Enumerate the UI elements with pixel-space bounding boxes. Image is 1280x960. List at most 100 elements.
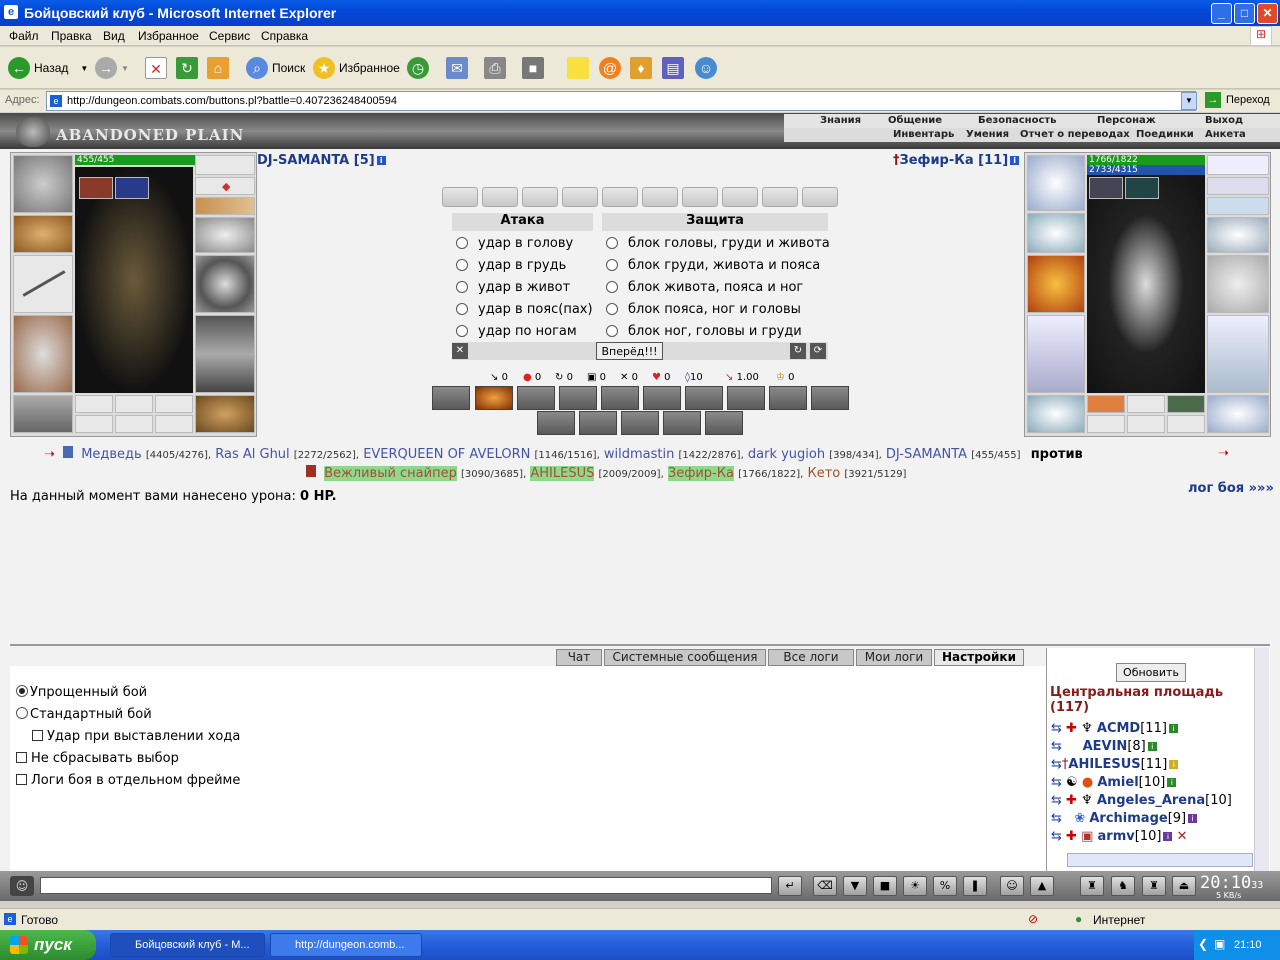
right-player-name[interactable]: †Зефир-Ка [11] i <box>893 153 1020 168</box>
menu-view[interactable]: Вид <box>103 29 125 43</box>
armor-slot[interactable] <box>13 315 73 393</box>
shield-slot[interactable] <box>195 255 255 313</box>
radio[interactable] <box>456 259 468 271</box>
radio[interactable] <box>606 281 618 293</box>
forward-nav-button[interactable]: → ▼ <box>95 55 129 81</box>
empty-slot-3[interactable] <box>155 395 193 413</box>
radio[interactable] <box>456 325 468 337</box>
filter-icon[interactable]: ▼ <box>843 876 867 896</box>
pause-icon[interactable]: ❚ <box>963 876 987 896</box>
ring-slot-2[interactable] <box>115 177 149 199</box>
scroll-slot[interactable] <box>802 187 838 207</box>
skill-icon[interactable] <box>517 386 555 410</box>
radio[interactable] <box>16 707 28 719</box>
radio[interactable] <box>606 303 618 315</box>
print-button[interactable]: ⎙ <box>484 55 510 81</box>
gloves-slot[interactable] <box>1207 217 1269 253</box>
earring-slot[interactable] <box>1207 155 1269 175</box>
smiley-icon[interactable]: ☺ <box>1000 876 1024 896</box>
refresh-online-button[interactable]: Обновить <box>1116 663 1186 682</box>
forward-button[interactable]: Вперёд!!! <box>596 342 663 360</box>
skill-icon[interactable] <box>643 386 681 410</box>
weapon-slot[interactable] <box>13 255 73 313</box>
chat-input[interactable] <box>40 877 772 894</box>
radio[interactable] <box>456 303 468 315</box>
scroll-slots[interactable] <box>195 197 255 215</box>
boots-slot[interactable] <box>1207 395 1269 433</box>
scroll-slot[interactable] <box>482 187 518 207</box>
info-icon[interactable]: i <box>1163 832 1173 841</box>
standard-battle-option[interactable]: Стандартный бой <box>16 707 152 722</box>
extra-slot-6[interactable] <box>1167 415 1205 433</box>
fighter-link[interactable]: Зефир-Ка <box>667 466 734 481</box>
block-option-5[interactable]: блок ног, головы и груди <box>606 323 802 339</box>
weapon-slot[interactable] <box>1027 255 1085 313</box>
home-button[interactable]: ⌂ <box>207 55 233 81</box>
clear-icon[interactable]: ⌫ <box>813 876 837 896</box>
scroll-slot[interactable] <box>642 187 678 207</box>
bracers-slot[interactable] <box>1027 213 1085 253</box>
fighter-link[interactable]: Медведь <box>81 447 142 462</box>
earring-slot[interactable] <box>195 155 255 175</box>
armor-slot[interactable] <box>1027 315 1085 393</box>
block-option-1[interactable]: блок головы, груди и живота <box>606 235 830 251</box>
menu-icon-3[interactable]: ♜ <box>1142 876 1166 896</box>
nav-transfers[interactable]: Отчет о переводах <box>1020 129 1130 140</box>
info-icon[interactable]: i <box>1147 742 1157 751</box>
legs-slot[interactable] <box>195 315 255 393</box>
left-player-name[interactable]: DJ-SAMANTA [5] i <box>257 153 386 168</box>
helmet-slot[interactable] <box>1027 155 1085 211</box>
fighter-link[interactable]: Ras Al Ghul <box>215 447 289 462</box>
info-icon[interactable]: i <box>1169 760 1179 769</box>
save-icon[interactable]: ■ <box>873 876 897 896</box>
online-user[interactable]: ⇆ ✚ ♆ Angeles_Arena[10] <box>1051 793 1232 809</box>
online-user[interactable]: ⇆ ✚ ▣ armv[10] i ✕ <box>1051 829 1187 845</box>
address-dropdown-icon[interactable]: ▼ <box>1181 92 1197 110</box>
mail-button[interactable]: ✉ <box>446 55 472 81</box>
shield-slot[interactable] <box>1207 255 1269 313</box>
back-button[interactable]: ← Назад ▼ <box>8 55 88 81</box>
battle-log-link[interactable]: лог боя »»» <box>1188 481 1274 496</box>
scroll-slot[interactable] <box>602 187 638 207</box>
online-user[interactable]: ⇆ ❀ Archimage[9] i <box>1051 811 1198 827</box>
skill-icon[interactable] <box>579 411 617 435</box>
contacts-button[interactable]: ☺ <box>695 55 721 81</box>
attack-option-head[interactable]: удар в голову <box>456 235 573 251</box>
menu-favorites[interactable]: Избранное <box>138 29 199 43</box>
go-button[interactable]: Переход <box>1226 94 1270 106</box>
skill-icon[interactable] <box>559 386 597 410</box>
nav-exit[interactable]: Выход <box>1205 115 1243 126</box>
bracers-slot[interactable] <box>13 215 73 253</box>
history-button[interactable]: ◷ <box>407 55 433 81</box>
info-icon[interactable]: i <box>1188 814 1198 823</box>
translit-icon[interactable]: % <box>933 876 957 896</box>
empty-slot-2[interactable] <box>115 395 153 413</box>
tab-all-logs[interactable]: Все логи <box>768 649 854 666</box>
scroll-slot[interactable] <box>522 187 558 207</box>
horizontal-scrollbar[interactable] <box>1067 853 1253 867</box>
menu-icon-1[interactable]: ♜ <box>1080 876 1104 896</box>
task-ie-window-1[interactable]: Бойцовский клуб - M... <box>110 933 265 957</box>
tab-chat[interactable]: Чат <box>556 649 602 666</box>
nav-security[interactable]: Безопасность <box>978 115 1057 126</box>
tab-my-logs[interactable]: Мои логи <box>856 649 932 666</box>
info-icon[interactable]: i <box>1168 724 1178 733</box>
stop-button[interactable]: ✕ <box>145 55 171 81</box>
menu-icon-2[interactable]: ♞ <box>1111 876 1135 896</box>
amulet-slot[interactable]: ◆ <box>195 177 255 195</box>
scroll-slot[interactable] <box>722 187 758 207</box>
note-button[interactable] <box>567 55 593 81</box>
online-user[interactable]: ⇆ ☯ ● Amiel[10] i <box>1051 775 1177 791</box>
exit-icon[interactable]: ⏏ <box>1172 876 1196 896</box>
nav-profile[interactable]: Анкета <box>1205 129 1246 140</box>
fighter-link[interactable]: wildmastin <box>604 447 674 462</box>
online-user[interactable]: ⇆ AEVIN[8] i <box>1051 739 1157 755</box>
fighter-link[interactable]: DJ-SAMANTA <box>886 447 967 462</box>
maximize-button[interactable]: □ <box>1234 3 1255 24</box>
nav-communication[interactable]: Общение <box>888 115 942 126</box>
scroll-slot[interactable] <box>682 187 718 207</box>
skill-icon[interactable] <box>769 386 807 410</box>
ring-slot-2[interactable] <box>1125 177 1159 199</box>
menu-edit[interactable]: Правка <box>51 29 92 43</box>
menu-file[interactable]: Файл <box>9 29 39 43</box>
